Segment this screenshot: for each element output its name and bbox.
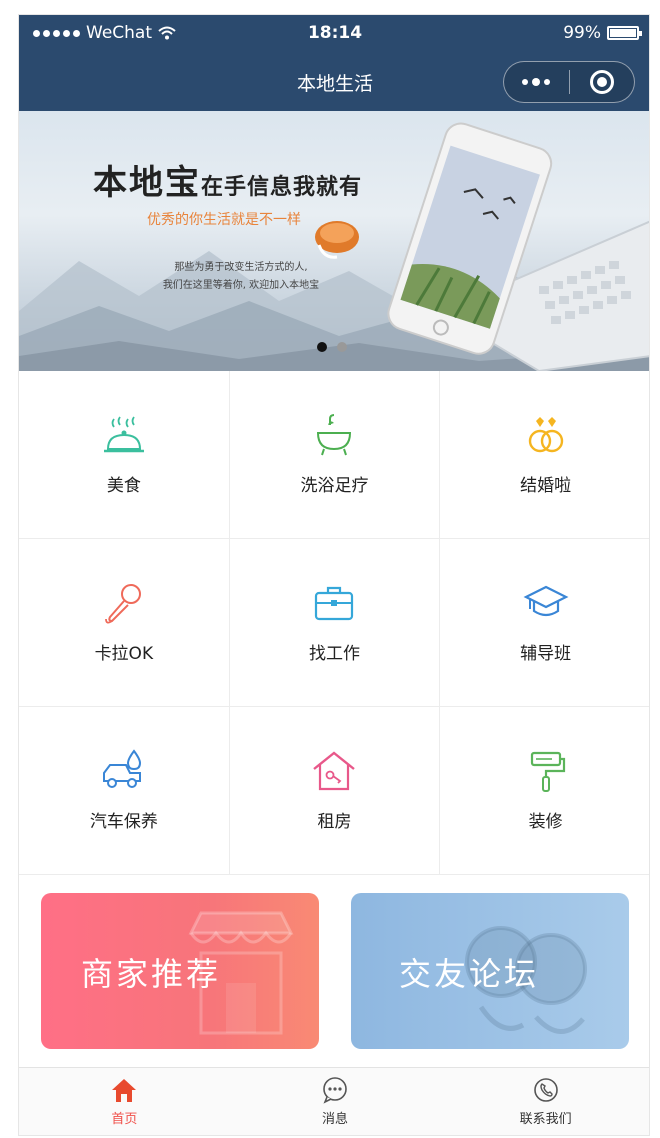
banner-illustration xyxy=(19,122,649,371)
category-label: 辅导班 xyxy=(520,644,572,664)
bathtub-icon xyxy=(317,414,352,456)
category-label: 租房 xyxy=(317,812,352,832)
graduation-cap-icon xyxy=(523,585,569,617)
more-dots-icon xyxy=(522,79,529,85)
wedding-rings-icon xyxy=(528,417,563,453)
phone-screen: WeChat 18:14 99% 本地生活 本地宝在手信息我就有 优秀的你生活就… xyxy=(18,14,650,1136)
category-rental[interactable]: 租房 xyxy=(229,707,441,875)
category-label: 卡拉OK xyxy=(94,644,154,664)
phone-icon xyxy=(533,1078,558,1102)
tab-label: 联系我们 xyxy=(519,1112,572,1127)
category-label: 结婚啦 xyxy=(520,476,572,496)
tab-label: 首页 xyxy=(111,1112,138,1127)
battery-icon xyxy=(607,26,642,40)
more-button[interactable] xyxy=(504,61,569,103)
tab-contact[interactable]: 联系我们 xyxy=(440,1068,649,1135)
banner-carousel[interactable]: 本地宝在手信息我就有 优秀的你生活就是不一样 那些为勇于改变生活方式的人, 我们… xyxy=(19,111,649,371)
category-bath[interactable]: 洗浴足疗 xyxy=(229,371,441,539)
merchant-recommend-card[interactable]: 商家推荐 xyxy=(41,893,319,1049)
category-label: 汽车保养 xyxy=(89,812,158,832)
category-label: 美食 xyxy=(106,476,141,496)
paint-roller-icon xyxy=(530,751,565,792)
tab-bar: 首页 消息 联系我们 xyxy=(19,1067,649,1135)
category-car-care[interactable]: 汽车保养 xyxy=(19,707,230,875)
navigation-bar: 本地生活 xyxy=(19,51,649,111)
message-icon xyxy=(323,1077,347,1104)
battery-percent: 99% xyxy=(563,23,601,43)
category-food[interactable]: 美食 xyxy=(19,371,230,539)
car-wash-icon xyxy=(102,749,141,788)
category-label: 洗浴足疗 xyxy=(300,476,369,496)
carousel-indicator xyxy=(317,342,347,352)
category-label: 找工作 xyxy=(308,644,360,664)
briefcase-icon xyxy=(315,586,354,621)
house-icon xyxy=(313,751,356,791)
banner-subtitle: 优秀的你生活就是不一样 xyxy=(147,212,301,228)
microphone-icon xyxy=(104,584,141,624)
category-jobs[interactable]: 找工作 xyxy=(229,539,441,707)
tab-home[interactable]: 首页 xyxy=(19,1068,230,1135)
banner-description: 那些为勇于改变生活方式的人, 我们在这里等着你, 欢迎加入本地宝 xyxy=(162,262,320,291)
indicator-dot[interactable] xyxy=(337,342,347,352)
category-karaoke[interactable]: 卡拉OK xyxy=(19,539,230,707)
indicator-dot[interactable] xyxy=(317,342,327,352)
tab-messages[interactable]: 消息 xyxy=(230,1068,441,1135)
category-wedding[interactable]: 结婚啦 xyxy=(440,371,649,539)
category-tutoring[interactable]: 辅导班 xyxy=(440,539,649,707)
status-time: 18:14 xyxy=(307,23,363,43)
status-bar: WeChat 18:14 99% xyxy=(19,15,649,51)
category-renovation[interactable]: 装修 xyxy=(440,707,649,875)
home-icon xyxy=(112,1079,137,1102)
category-grid: 美食 洗浴足疗 结婚啦 卡拉OK 找工作 辅导班 汽车保养 租房 装修 xyxy=(19,371,649,875)
banner-headline: 本地宝在手信息我就有 xyxy=(93,163,363,203)
promo-label: 商家推荐 xyxy=(81,955,222,993)
food-cloche-icon xyxy=(103,416,144,453)
promo-label: 交友论坛 xyxy=(399,955,540,993)
close-target-icon xyxy=(589,70,614,94)
promo-section: 商家推荐 交友论坛 xyxy=(19,875,649,1067)
tab-label: 消息 xyxy=(322,1112,349,1127)
category-label: 装修 xyxy=(528,812,563,832)
close-button[interactable] xyxy=(570,61,635,103)
mini-program-capsule xyxy=(503,61,635,103)
friend-forum-card[interactable]: 交友论坛 xyxy=(351,893,629,1049)
